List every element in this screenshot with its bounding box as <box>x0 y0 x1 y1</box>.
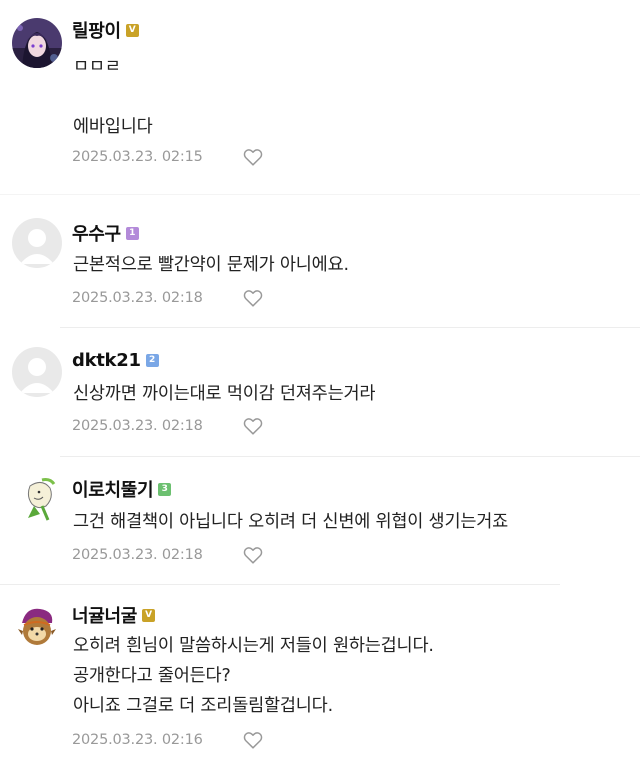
comment-date: 2025.03.23. 02:18 <box>72 418 203 434</box>
comment-meta: 2025.03.23. 02:15 <box>72 145 264 169</box>
comment-divider <box>60 456 640 457</box>
heart-outline-icon[interactable] <box>242 146 264 168</box>
comment-header: 우수구 1 <box>72 221 139 245</box>
nickname[interactable]: 너귤너굴 <box>72 602 137 628</box>
nickname[interactable]: 릴팡이 <box>72 17 121 43</box>
comment-meta: 2025.03.23. 02:18 <box>72 286 264 310</box>
nickname[interactable]: 우수구 <box>72 220 121 246</box>
comment-text: 오히려 흰님이 말씀하시는게 저들이 원하는겁니다. 공개한다고 줄어든다? 아… <box>73 636 434 716</box>
comment-divider <box>60 327 640 328</box>
comment-date: 2025.03.23. 02:18 <box>72 547 203 563</box>
comment-header: dktk21 2 <box>72 348 159 372</box>
heart-outline-icon[interactable] <box>242 544 264 566</box>
heart-outline-icon[interactable] <box>242 729 264 751</box>
avatar[interactable] <box>12 474 62 524</box>
comment-date: 2025.03.23. 02:18 <box>72 290 203 306</box>
comment-text: ㅁㅁㄹ 에바입니다 <box>73 57 153 137</box>
heart-outline-icon[interactable] <box>242 287 264 309</box>
comment-date: 2025.03.23. 02:16 <box>72 732 203 748</box>
heart-outline-icon[interactable] <box>242 415 264 437</box>
comment-meta: 2025.03.23. 02:18 <box>72 543 264 567</box>
avatar[interactable] <box>12 18 62 68</box>
comment-header: 릴팡이 V <box>72 18 139 42</box>
level-badge-icon: 2 <box>145 353 159 367</box>
level-badge-icon: V <box>125 23 139 37</box>
comment-header: 너귤너굴 V <box>72 602 156 628</box>
nickname[interactable]: 이로치뚤기 <box>72 476 154 502</box>
comment-text: 신상까면 까이는대로 먹이감 던져주는거라 <box>73 384 376 404</box>
nickname[interactable]: dktk21 <box>72 350 141 371</box>
avatar[interactable] <box>12 347 62 397</box>
level-badge-icon: 3 <box>158 482 172 496</box>
comment-divider <box>0 194 640 195</box>
comment-text: 그건 해결책이 아닙니다 오히려 더 신변에 위협이 생기는거죠 <box>73 512 509 532</box>
level-badge-icon: 1 <box>125 226 139 240</box>
avatar[interactable] <box>12 601 62 651</box>
avatar[interactable] <box>12 218 62 268</box>
level-badge-icon: V <box>142 608 156 622</box>
comment-text: 근본적으로 빨간약이 문제가 아니에요. <box>73 255 349 275</box>
comment-divider <box>0 584 560 585</box>
comment-meta: 2025.03.23. 02:18 <box>72 414 264 438</box>
comment-date: 2025.03.23. 02:15 <box>72 149 203 165</box>
comment-meta: 2025.03.23. 02:16 <box>72 728 264 752</box>
comment-header: 이로치뚤기 3 <box>72 476 172 502</box>
